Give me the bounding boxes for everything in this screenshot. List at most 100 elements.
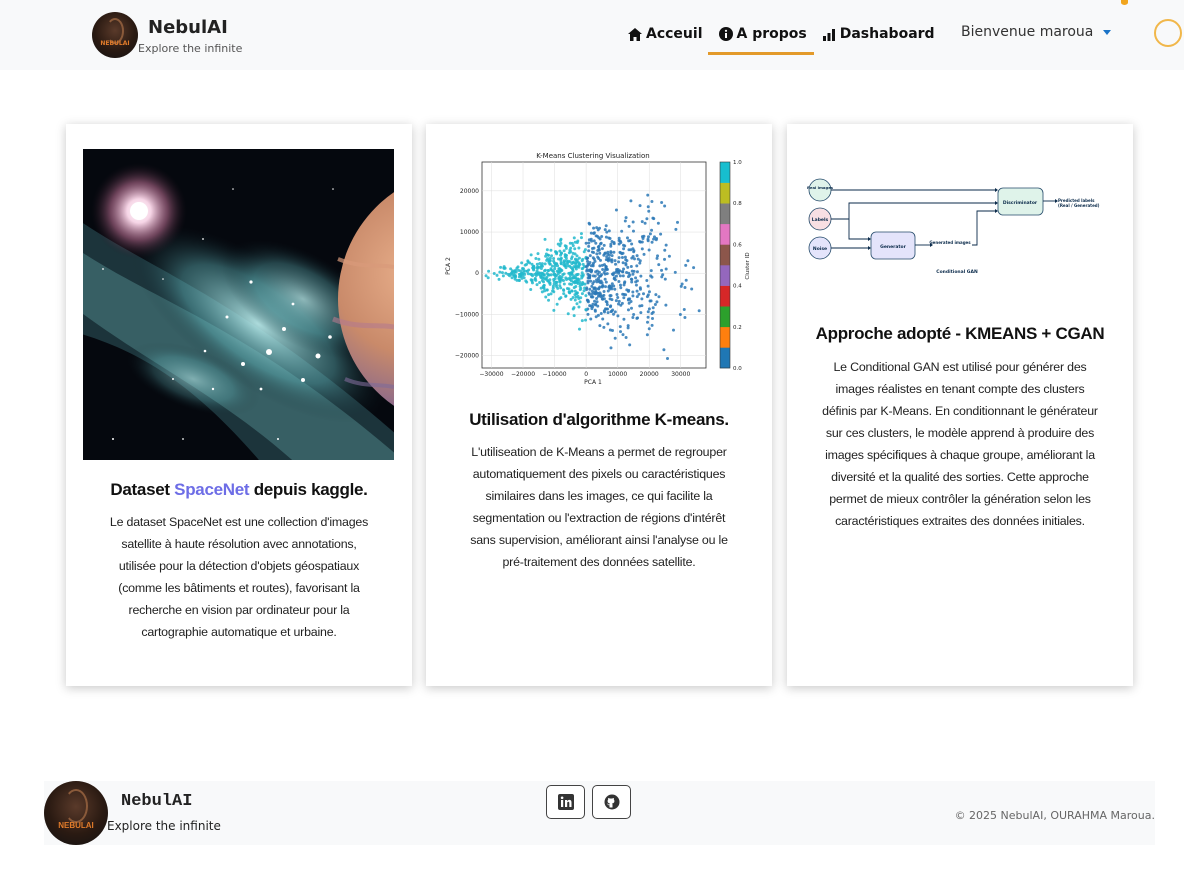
nav-item-label: A propos bbox=[736, 26, 807, 42]
scatter-point bbox=[558, 280, 562, 284]
scatter-point bbox=[535, 283, 539, 287]
svg-text:Generator: Generator bbox=[880, 244, 906, 250]
linkedin-icon bbox=[557, 794, 574, 810]
scatter-point bbox=[547, 269, 551, 273]
scatter-point bbox=[659, 232, 663, 236]
scatter-point bbox=[559, 237, 563, 241]
scatter-point bbox=[593, 259, 597, 263]
scatter-point bbox=[635, 316, 639, 320]
github-button[interactable] bbox=[592, 785, 631, 819]
scatter-point bbox=[554, 283, 558, 287]
scatter-point bbox=[614, 262, 618, 266]
scatter-point bbox=[697, 309, 701, 313]
scatter-point bbox=[556, 286, 560, 290]
scatter-point bbox=[570, 289, 574, 293]
scatter-point bbox=[520, 261, 524, 265]
scatter-point bbox=[612, 312, 616, 316]
scatter-point bbox=[581, 257, 585, 261]
scatter-point bbox=[646, 193, 650, 197]
scatter-point bbox=[595, 234, 599, 238]
brand[interactable]: NEBULAI NebulAI Explore the infinite bbox=[92, 12, 242, 58]
scatter-point bbox=[598, 251, 602, 255]
scatter-point bbox=[564, 253, 568, 257]
scatter-point bbox=[546, 273, 550, 277]
scatter-point bbox=[596, 255, 600, 259]
scatter-point bbox=[536, 266, 540, 270]
nav-item-a-propos[interactable]: A propos bbox=[707, 22, 814, 55]
scatter-point bbox=[673, 270, 677, 274]
scatter-point bbox=[613, 259, 617, 263]
scatter-point bbox=[611, 273, 615, 277]
scatter-point bbox=[621, 274, 625, 278]
scatter-point bbox=[613, 287, 617, 291]
scatter-point bbox=[575, 254, 579, 258]
navbar: NEBULAI NebulAI Explore the infinite Acc… bbox=[0, 0, 1184, 70]
scatter-point bbox=[666, 356, 670, 360]
scatter-point bbox=[579, 236, 583, 240]
scatter-point bbox=[580, 292, 584, 296]
scatter-point bbox=[587, 221, 591, 225]
scatter-point bbox=[528, 261, 532, 265]
scatter-point bbox=[544, 295, 548, 299]
scatter-point bbox=[664, 303, 668, 307]
scatter-point bbox=[632, 313, 636, 317]
y-tick-label: 10000 bbox=[460, 229, 479, 236]
scatter-point bbox=[571, 269, 575, 273]
scatter-point bbox=[568, 248, 572, 252]
scatter-point bbox=[585, 287, 589, 291]
scatter-point bbox=[640, 235, 644, 239]
linkedin-button[interactable] bbox=[546, 785, 585, 819]
scatter-point bbox=[564, 294, 568, 298]
user-menu-dropdown[interactable]: Bienvenue maroua bbox=[961, 24, 1112, 40]
spacenet-link[interactable]: SpaceNet bbox=[174, 480, 249, 499]
scatter-point bbox=[655, 236, 659, 240]
scatter-point bbox=[543, 262, 547, 266]
scatter-point bbox=[609, 244, 613, 248]
scatter-point bbox=[638, 286, 642, 290]
y-tick-label: 20000 bbox=[460, 188, 479, 195]
scatter-point bbox=[616, 295, 620, 299]
colorbar-segment bbox=[720, 162, 730, 183]
scatter-point bbox=[618, 274, 622, 278]
scatter-point bbox=[674, 227, 678, 231]
scatter-point bbox=[646, 320, 650, 324]
scatter-point bbox=[640, 297, 644, 301]
scatter-point bbox=[663, 277, 667, 281]
scatter-point bbox=[610, 254, 614, 258]
scatter-point bbox=[652, 237, 656, 241]
scatter-point bbox=[525, 262, 529, 266]
scatter-point bbox=[532, 265, 536, 269]
nav-item-acceuil[interactable]: Acceuil bbox=[628, 22, 703, 46]
scatter-point bbox=[589, 237, 593, 241]
card-text: Le dataset SpaceNet est une collection d… bbox=[109, 515, 369, 639]
scatter-point bbox=[507, 274, 511, 278]
scatter-point bbox=[586, 300, 590, 304]
scatter-point bbox=[660, 200, 664, 204]
scatter-point bbox=[589, 279, 593, 283]
scatter-point bbox=[588, 287, 592, 291]
scatter-point bbox=[596, 291, 600, 295]
scatter-point bbox=[635, 270, 639, 274]
scatter-point bbox=[579, 232, 583, 236]
scatter-point bbox=[621, 333, 625, 337]
scatter-point bbox=[612, 242, 616, 246]
brand-logo[interactable]: NEBULAI bbox=[92, 12, 138, 58]
scatter-point bbox=[598, 274, 602, 278]
nav-item-dashaboard[interactable]: Dashaboard bbox=[822, 22, 935, 46]
scatter-point bbox=[602, 270, 606, 274]
scatter-point bbox=[600, 235, 604, 239]
scatter-point bbox=[536, 252, 540, 256]
scatter-point bbox=[631, 229, 635, 233]
scatter-point bbox=[568, 277, 572, 281]
scatter-point bbox=[589, 317, 593, 321]
scatter-point bbox=[591, 263, 595, 267]
scatter-point bbox=[612, 250, 616, 254]
brand-name[interactable]: NebulAI bbox=[148, 17, 228, 38]
scatter-point bbox=[599, 241, 603, 245]
scatter-point bbox=[562, 249, 566, 253]
scatter-point bbox=[606, 322, 610, 326]
scatter-point bbox=[663, 248, 667, 252]
scatter-point bbox=[498, 270, 502, 274]
brand-tagline: Explore the infinite bbox=[138, 42, 243, 55]
scatter-point bbox=[645, 217, 649, 221]
